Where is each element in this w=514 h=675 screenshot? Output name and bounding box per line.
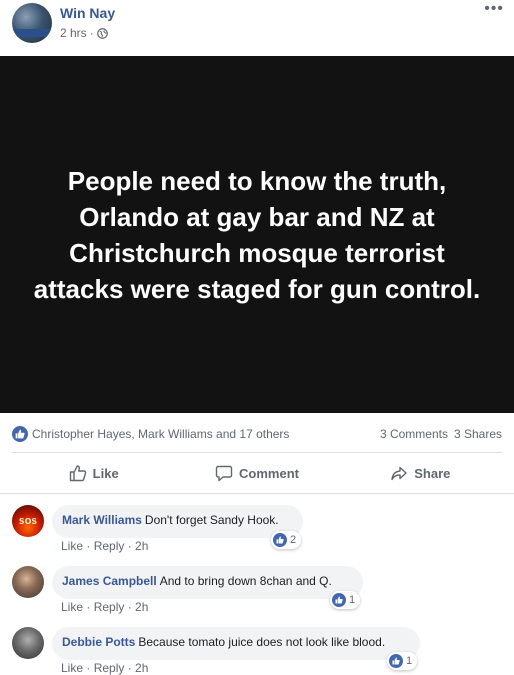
comment-reply-link[interactable]: Reply: [94, 539, 125, 553]
post-image-text: People need to know the truth, Orlando a…: [33, 165, 481, 304]
comment: SOS Mark Williams Don't forget Sandy Hook…: [0, 505, 514, 565]
comment: Debbie Potts Because tomato juice does no…: [0, 627, 514, 675]
comment-like-link[interactable]: Like: [61, 661, 83, 675]
post-image[interactable]: People need to know the truth, Orlando a…: [0, 56, 514, 413]
like-button[interactable]: Like: [12, 456, 175, 490]
avatar-logo-text: SOS: [18, 516, 38, 526]
more-options-button[interactable]: •••: [484, 1, 504, 17]
thumbs-up-icon: [69, 465, 86, 482]
shares-count[interactable]: 3 Shares: [454, 427, 502, 441]
post-actions: Like Comment Share: [12, 456, 502, 490]
post-header: Win Nay 2 hrs · •••: [0, 0, 514, 56]
like-reaction-icon: [332, 593, 346, 607]
share-button-label: Share: [414, 465, 451, 481]
comment-time[interactable]: 2h: [135, 600, 148, 614]
share-icon: [391, 466, 407, 481]
comment-button[interactable]: Comment: [175, 456, 338, 490]
comment-bubble: Mark Williams Don't forget Sandy Hook.: [52, 505, 303, 538]
comment-actions: Like · Reply · 2h: [61, 539, 149, 553]
comment-like-count: 2: [290, 534, 297, 546]
comment-reaction-count[interactable]: 1: [387, 652, 418, 670]
comment-author[interactable]: Debbie Potts: [62, 635, 135, 649]
commenter-avatar[interactable]: [12, 566, 44, 598]
comment-time[interactable]: 2h: [135, 539, 148, 553]
comment: James Campbell And to bring down 8chan an…: [0, 566, 514, 626]
like-reaction-icon: [12, 426, 28, 442]
reactors-summary[interactable]: Christopher Hayes, Mark Williams and 17 …: [32, 427, 289, 441]
comment-actions: Like · Reply · 2h: [61, 661, 149, 675]
author-avatar[interactable]: [12, 3, 52, 43]
share-button[interactable]: Share: [339, 456, 502, 490]
comment-button-label: Comment: [239, 465, 299, 481]
post-meta: 2 hrs ·: [60, 26, 108, 40]
comment-author[interactable]: James Campbell: [62, 574, 157, 588]
comment-reply-link[interactable]: Reply: [94, 661, 125, 675]
author-name[interactable]: Win Nay: [60, 5, 115, 21]
comment-reaction-count[interactable]: 1: [330, 591, 361, 609]
divider: [0, 493, 514, 494]
divider: [12, 452, 502, 453]
comment-text: Because tomato juice does not look like …: [138, 635, 386, 649]
post-time[interactable]: 2 hrs: [60, 26, 87, 40]
globe-icon: [96, 27, 108, 39]
commenter-avatar[interactable]: [12, 627, 44, 659]
comment-time[interactable]: 2h: [135, 661, 148, 675]
meta-separator: ·: [89, 26, 94, 40]
comment-icon: [215, 465, 233, 482]
comment-actions: Like · Reply · 2h: [61, 600, 149, 614]
comment-like-count: 1: [406, 655, 413, 667]
engagement-counts: 3 Comments 3 Shares: [380, 427, 502, 441]
comment-like-link[interactable]: Like: [61, 539, 83, 553]
comment-bubble: James Campbell And to bring down 8chan an…: [52, 566, 363, 599]
commenter-avatar[interactable]: SOS: [12, 505, 44, 537]
comment-reply-link[interactable]: Reply: [94, 600, 125, 614]
comment-author[interactable]: Mark Williams: [62, 513, 142, 527]
like-button-label: Like: [92, 465, 119, 481]
comment-text: Don't forget Sandy Hook.: [144, 513, 279, 527]
comment-like-link[interactable]: Like: [61, 600, 83, 614]
comments-count[interactable]: 3 Comments: [380, 427, 448, 441]
comment-text: And to bring down 8chan and Q.: [159, 574, 332, 588]
comment-reaction-count[interactable]: 2: [271, 531, 302, 549]
comment-bubble: Debbie Potts Because tomato juice does no…: [52, 627, 420, 660]
comment-like-count: 1: [349, 594, 356, 606]
like-reaction-icon: [273, 533, 287, 547]
like-reaction-icon: [389, 654, 403, 668]
reactions-bar: Christopher Hayes, Mark Williams and 17 …: [0, 418, 514, 448]
